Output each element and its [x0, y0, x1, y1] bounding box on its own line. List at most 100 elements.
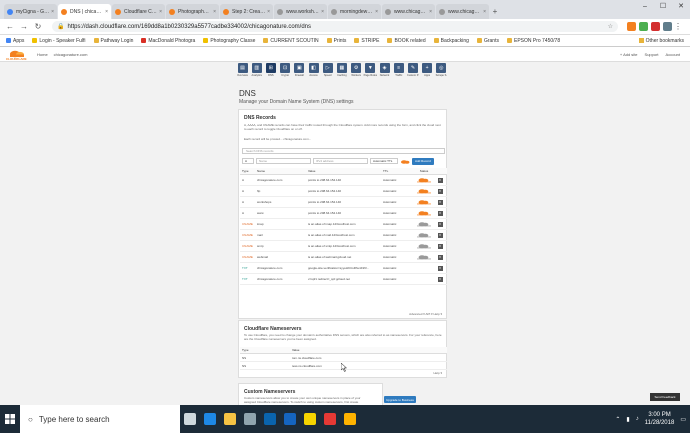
- app-caching[interactable]: ▦ Caching: [336, 63, 347, 81]
- table-row[interactable]: CNAME smtp is an alias of smtp.123coolhost…: [240, 241, 447, 252]
- close-tab-icon[interactable]: ×: [267, 9, 270, 15]
- bookmark-item[interactable]: Pathway Login: [93, 38, 133, 44]
- table-row[interactable]: Achicagonature.com points to 208.64.154.1…: [240, 175, 447, 186]
- windows-start-icon[interactable]: [0, 405, 20, 433]
- browser-tab[interactable]: www.workshops...×: [274, 4, 327, 19]
- app-crypto[interactable]: ⊡ Crypto: [280, 63, 291, 81]
- taskbar-search-input[interactable]: ○ Type here to search: [20, 405, 180, 433]
- delete-record-icon[interactable]: ✕: [437, 210, 443, 216]
- support-link[interactable]: Support: [645, 52, 659, 57]
- table-row[interactable]: Aftp points to 208.64.154.140 Automatic ✕: [240, 186, 447, 197]
- app-workers[interactable]: ⚙ Workers: [351, 63, 362, 81]
- delete-record-icon[interactable]: ✕: [437, 276, 443, 282]
- send-feedback-button[interactable]: Send Feedback: [650, 393, 680, 401]
- close-tab-icon[interactable]: ×: [51, 9, 54, 15]
- breadcrumb-home[interactable]: Home: [37, 52, 48, 57]
- delete-record-icon[interactable]: ✕: [437, 254, 443, 260]
- column-value[interactable]: Value: [308, 169, 383, 173]
- table-row[interactable]: TXT chicagonature.com v=spf1 redirect=_spf…: [240, 274, 447, 285]
- delete-record-icon[interactable]: ✕: [437, 232, 443, 238]
- bookmark-item[interactable]: CURRENT SCOUTIN: [263, 38, 319, 44]
- add-site-link[interactable]: + Add site: [620, 52, 638, 57]
- add-record-button[interactable]: Add Record: [412, 157, 434, 165]
- forward-arrow-icon[interactable]: →: [18, 21, 30, 33]
- extension-icon[interactable]: [639, 22, 648, 31]
- close-tab-icon[interactable]: ×: [375, 9, 378, 15]
- account-link[interactable]: Account: [666, 52, 680, 57]
- delete-record-icon[interactable]: ✕: [437, 188, 443, 194]
- app-firewall[interactable]: ▣ Firewall: [294, 63, 305, 81]
- search-input[interactable]: Search DNS records: [242, 148, 445, 154]
- network-icon[interactable]: ▮: [626, 416, 629, 423]
- close-window-icon[interactable]: ✕: [672, 0, 690, 12]
- bookmark-item[interactable]: MacDonald Photogra: [141, 38, 195, 44]
- table-row[interactable]: Awww points to 208.64.154.140 Automatic ✕: [240, 208, 447, 219]
- bookmark-item[interactable]: Prints: [326, 38, 346, 44]
- delete-record-icon[interactable]: ✕: [437, 265, 443, 271]
- bookmark-item[interactable]: Apps: [6, 38, 24, 44]
- help-link[interactable]: Help ▾: [433, 371, 442, 375]
- sticky-notes-icon[interactable]: [300, 405, 320, 433]
- browser-tab[interactable]: DNS | chicagona...×: [58, 4, 111, 19]
- delete-record-icon[interactable]: ✕: [437, 243, 443, 249]
- mail-icon[interactable]: [280, 405, 300, 433]
- proxied-cloud-icon[interactable]: [417, 188, 431, 194]
- browser-tab[interactable]: Photography Cla...×: [166, 4, 219, 19]
- column-name[interactable]: Name: [257, 169, 308, 173]
- table-footer[interactable]: Advanced ▾ API ▾ Help ▾: [409, 312, 442, 316]
- table-row[interactable]: Aworkshops points to 208.64.154.140 Automa…: [240, 197, 447, 208]
- browser-tab[interactable]: Step 2: Create a C...×: [220, 4, 273, 19]
- extension-icon[interactable]: [663, 22, 672, 31]
- back-arrow-icon[interactable]: ←: [4, 21, 16, 33]
- app-page-rules[interactable]: ▼ Page Rules: [364, 63, 377, 81]
- clock[interactable]: 3:00 PM 11/28/2018: [645, 411, 675, 427]
- proxy-cloud-icon[interactable]: [400, 159, 410, 164]
- delete-record-icon[interactable]: ✕: [437, 221, 443, 227]
- app-apps[interactable]: + Apps: [422, 63, 433, 81]
- other-bookmarks[interactable]: Other bookmarks: [638, 38, 684, 44]
- app-traffic[interactable]: ≡ Traffic: [393, 63, 404, 81]
- extension-icon[interactable]: [627, 22, 636, 31]
- extension-icon[interactable]: [651, 22, 660, 31]
- ttl-select[interactable]: Automatic TTL: [370, 158, 398, 164]
- chrome-icon[interactable]: [320, 405, 340, 433]
- bookmark-star-icon[interactable]: ☆: [608, 23, 613, 30]
- dns-only-cloud-icon[interactable]: [417, 254, 431, 260]
- bookmark-item[interactable]: STRIPE: [354, 38, 379, 44]
- task-view-icon[interactable]: [180, 405, 200, 433]
- bookmark-item[interactable]: Backpacking: [433, 38, 469, 44]
- bookmark-item[interactable]: EPSON Pro 7450/78: [506, 38, 560, 44]
- app-access[interactable]: ◧ Access: [308, 63, 319, 81]
- delete-record-icon[interactable]: ✕: [437, 199, 443, 205]
- table-row[interactable]: TXT chicagonature.com google-site-verifica…: [240, 263, 447, 274]
- close-tab-icon[interactable]: ×: [483, 9, 486, 15]
- table-row[interactable]: CNAME mail is an alias of mail.123coolhost…: [240, 230, 447, 241]
- close-tab-icon[interactable]: ×: [321, 9, 324, 15]
- proxied-cloud-icon[interactable]: [417, 210, 431, 216]
- tray-chevron-icon[interactable]: ⌃: [615, 416, 620, 423]
- app-dns[interactable]: ⊞ DNS: [265, 63, 276, 81]
- proxied-cloud-icon[interactable]: [417, 177, 431, 183]
- new-tab-icon[interactable]: +: [490, 4, 500, 19]
- breadcrumb-domain[interactable]: chicagonature.com: [54, 52, 88, 57]
- app-overview[interactable]: ▤ Overview: [237, 63, 248, 81]
- bookmark-item[interactable]: Photography Classe: [203, 38, 255, 44]
- store-icon[interactable]: [240, 405, 260, 433]
- bookmark-item[interactable]: BOOK related: [387, 38, 426, 44]
- record-type-select[interactable]: A: [242, 158, 254, 164]
- edge-icon[interactable]: [200, 405, 220, 433]
- bookmark-item[interactable]: Grants: [476, 38, 499, 44]
- close-tab-icon[interactable]: ×: [159, 9, 162, 15]
- menu-icon[interactable]: ⋮: [672, 21, 684, 33]
- app-speed[interactable]: ▷ Speed: [322, 63, 333, 81]
- browser-tab[interactable]: morningdewpre...×: [328, 4, 381, 19]
- browser-tab[interactable]: myCigna - Get A...×: [4, 4, 57, 19]
- maximize-icon[interactable]: ☐: [654, 0, 672, 12]
- reload-icon[interactable]: ↻: [32, 21, 44, 33]
- app-scrape-s-[interactable]: ◎ Scrape S.: [436, 63, 447, 81]
- column-ttl[interactable]: TTL: [383, 169, 413, 173]
- app-network[interactable]: ◈ Network: [379, 63, 390, 81]
- file-explorer-icon[interactable]: [220, 405, 240, 433]
- upgrade-button[interactable]: Upgrade to Business: [384, 396, 416, 403]
- record-value-input[interactable]: IPv4 address: [313, 158, 368, 164]
